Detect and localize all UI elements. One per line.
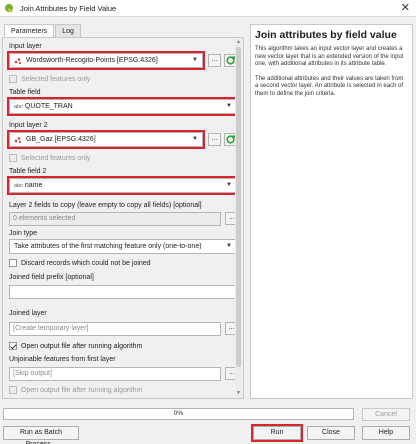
checkbox-box xyxy=(9,259,17,267)
tab-parameters[interactable]: Parameters xyxy=(4,24,55,38)
table-field-2-value: name xyxy=(24,182,43,189)
fields-to-copy-label: Layer 2 fields to copy (leave empty to c… xyxy=(9,202,202,209)
input-selected-only-checkbox[interactable]: Selected features only xyxy=(9,75,90,83)
checkbox-label: Selected features only xyxy=(21,75,91,83)
tab-log[interactable]: Log xyxy=(55,24,81,38)
table-field-2-label: Table field 2 xyxy=(9,168,47,175)
table-field-2-combo[interactable]: abc name ▼ xyxy=(7,176,239,195)
tab-bar: Parameters Log xyxy=(4,24,82,38)
title-bar: Join Attributes by Field Value ✕ xyxy=(0,0,416,17)
input-layer-2-value: GB_Gaz [EPSG:4326] xyxy=(26,136,96,143)
checkbox-label: Open output file after running algorithm xyxy=(21,386,143,394)
close-button[interactable]: Close xyxy=(307,426,355,440)
table-field-label: Table field xyxy=(9,89,41,96)
prefix-label: Joined field prefix [optional] xyxy=(9,274,94,281)
prefix-input[interactable] xyxy=(9,285,237,299)
checkbox-label: Discard records which could not be joine… xyxy=(21,259,151,267)
help-title: Join attributes by field value xyxy=(255,29,397,41)
text-field-icon: abc xyxy=(14,182,23,189)
open-output-2-checkbox[interactable]: Open output file after running algorithm xyxy=(9,386,142,394)
cancel-button[interactable]: Cancel xyxy=(362,408,410,421)
join-type-combo[interactable]: Take attributes of the first matching fe… xyxy=(9,239,237,254)
fields-to-copy-field[interactable]: 0 elements selected xyxy=(9,212,221,226)
run-button[interactable]: Run xyxy=(251,424,303,442)
help-panel: Join attributes by field value This algo… xyxy=(250,24,413,399)
unjoinable-field[interactable]: [Skip output] xyxy=(9,367,221,381)
point-layer-icon xyxy=(14,57,22,65)
qgis-logo-icon xyxy=(4,3,15,14)
input-layer-browse-button[interactable]: ... xyxy=(208,54,221,67)
joined-layer-label: Joined layer xyxy=(9,310,47,317)
unjoinable-label: Unjoinable features from first layer xyxy=(9,356,116,363)
help-paragraph: This algorithm takes an input vector lay… xyxy=(255,46,404,68)
scrollbar[interactable]: ▲ ▼ xyxy=(235,39,242,397)
join-type-value: Take attributes of the first matching fe… xyxy=(14,243,202,250)
window-title: Join Attributes by Field Value xyxy=(20,3,117,13)
chevron-down-icon: ▼ xyxy=(226,243,232,249)
chevron-down-icon: ▼ xyxy=(226,103,232,109)
scroll-up-icon[interactable]: ▲ xyxy=(235,39,242,46)
input-layer-value: Wordsworth-Recogito-Points [EPSG:4326] xyxy=(26,57,158,64)
input-layer-2-combo[interactable]: GB_Gaz [EPSG:4326] ▼ xyxy=(7,130,205,149)
checkbox-box xyxy=(9,342,17,350)
help-paragraph: The additional attributes and their valu… xyxy=(255,75,404,97)
parameters-area: Parameters Log Input layer Wordsworth-Re… xyxy=(2,24,244,399)
input2-selected-only-checkbox[interactable]: Selected features only xyxy=(9,154,90,162)
chevron-down-icon: ▼ xyxy=(192,136,198,142)
input-layer-label: Input layer xyxy=(9,43,42,50)
discard-checkbox[interactable]: Discard records which could not be joine… xyxy=(9,259,151,267)
checkbox-box xyxy=(9,154,17,162)
open-output-checkbox[interactable]: Open output file after running algorithm xyxy=(9,342,142,350)
scroll-thumb[interactable] xyxy=(236,47,241,367)
input-layer-2-browse-button[interactable]: ... xyxy=(208,133,221,146)
joined-layer-field[interactable]: [Create temporary layer] xyxy=(9,322,221,336)
parameters-panel: Input layer Wordsworth-Recogito-Points [… xyxy=(2,37,244,399)
chevron-down-icon: ▼ xyxy=(192,57,198,63)
input-layer-2-label: Input layer 2 xyxy=(9,122,48,129)
join-type-label: Join type xyxy=(9,230,38,237)
window-close-icon[interactable]: ✕ xyxy=(401,1,410,14)
table-field-value: QUOTE_TRAN xyxy=(24,103,73,110)
input-layer-combo[interactable]: Wordsworth-Recogito-Points [EPSG:4326] ▼ xyxy=(7,51,205,70)
chevron-down-icon: ▼ xyxy=(226,182,232,188)
checkbox-box xyxy=(9,75,17,83)
scroll-down-icon[interactable]: ▼ xyxy=(235,390,242,397)
table-field-combo[interactable]: abc QUOTE_TRAN ▼ xyxy=(7,97,239,116)
checkbox-label: Open output file after running algorithm xyxy=(21,342,143,350)
help-button[interactable]: Help xyxy=(362,426,410,440)
text-field-icon: abc xyxy=(14,103,23,110)
batch-process-button[interactable]: Run as Batch Process... xyxy=(3,426,79,444)
point-layer-icon xyxy=(14,136,22,144)
checkbox-label: Selected features only xyxy=(21,154,91,162)
checkbox-box xyxy=(9,386,17,394)
progress-bar: 0% xyxy=(3,408,354,420)
progress-label: 0% xyxy=(173,410,184,417)
